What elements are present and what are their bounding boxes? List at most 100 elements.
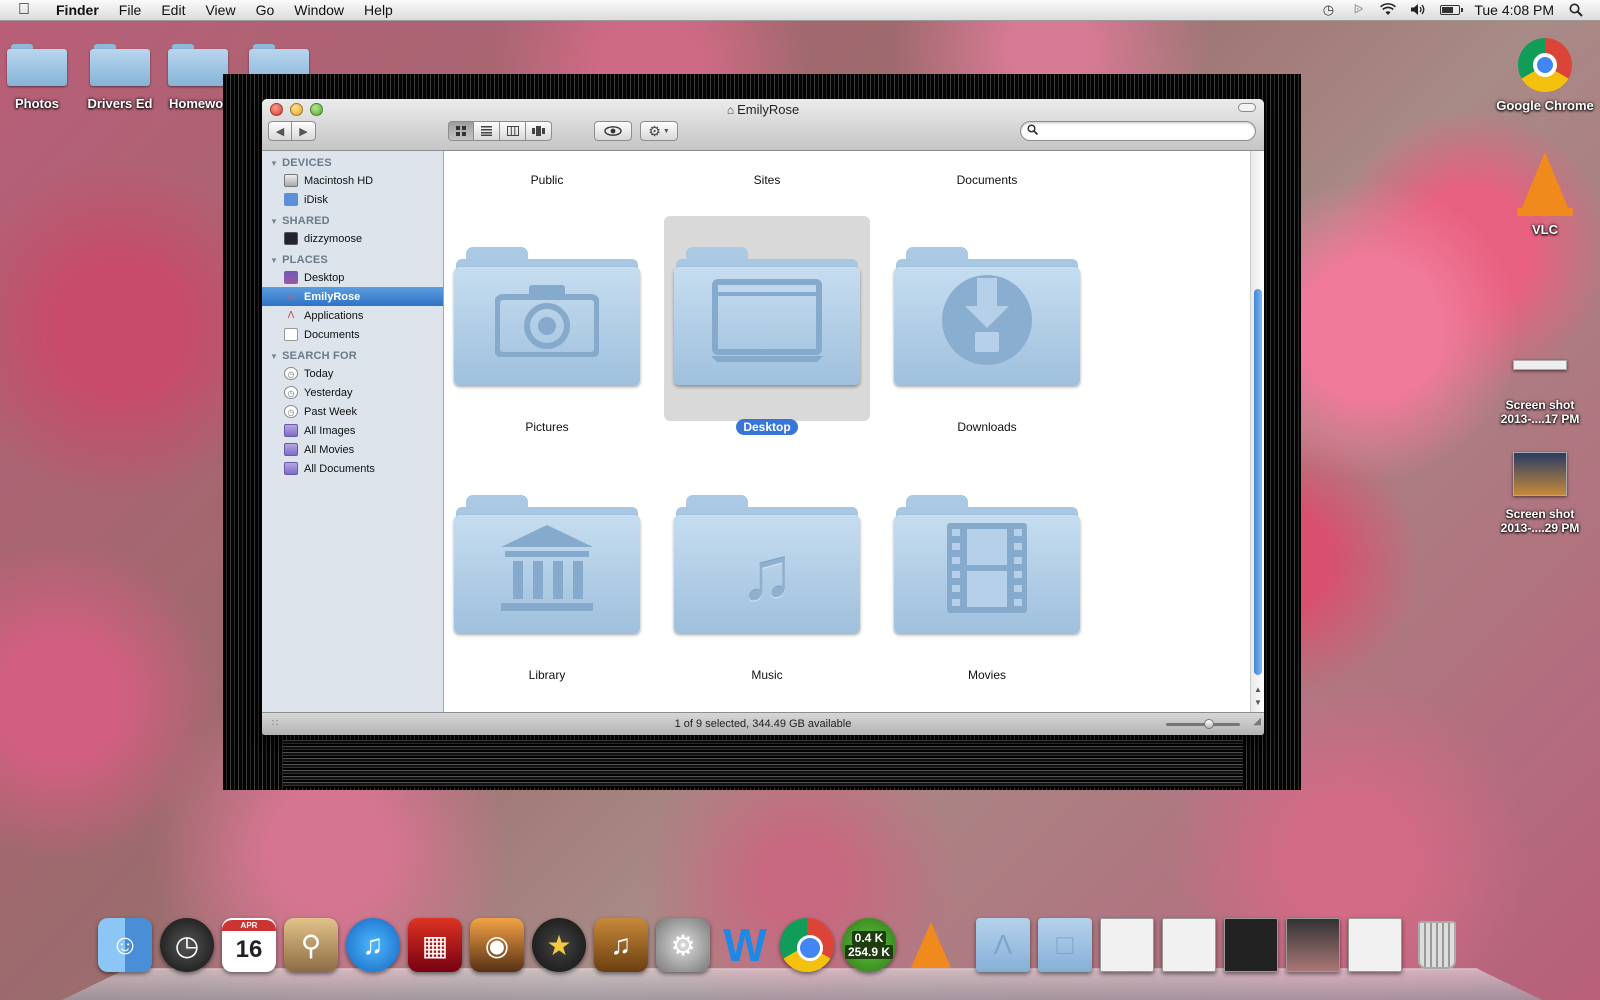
toolbar-toggle-button[interactable]	[1238, 103, 1256, 112]
menu-go[interactable]: Go	[246, 0, 285, 21]
sidebar-item-all-images[interactable]: All Images	[262, 421, 443, 440]
bluetooth-icon[interactable]: ᐉ	[1350, 3, 1366, 17]
folder-library[interactable]	[454, 495, 640, 635]
icon-size-slider[interactable]	[1166, 719, 1240, 729]
slider-knob[interactable]	[1204, 719, 1214, 729]
dock-preview-icon[interactable]: ⚲	[284, 918, 338, 972]
wifi-icon[interactable]	[1380, 3, 1397, 17]
desktop-file-screenshot-1[interactable]: Screen shot 2013-....17 PM	[1485, 360, 1595, 426]
desktop-folder-homework[interactable]: Homewor	[165, 44, 231, 111]
gear-icon: ⚙	[648, 122, 661, 139]
dock-minimized-window-3[interactable]	[1224, 918, 1278, 972]
spotlight-icon[interactable]	[1568, 3, 1584, 17]
window-title-text: EmilyRose	[737, 102, 800, 117]
dock-minimized-window-4[interactable]	[1286, 918, 1340, 972]
chrome-icon	[1518, 38, 1572, 92]
desktop-app-vlc[interactable]: VLC	[1500, 152, 1590, 237]
cover-flow-button[interactable]	[526, 121, 552, 141]
vertical-scrollbar[interactable]: ▲ ▼	[1250, 151, 1264, 712]
scrollbar-thumb[interactable]	[1254, 289, 1262, 675]
dock-chrome-icon[interactable]	[780, 918, 834, 972]
dock-dashboard-icon[interactable]: ◷	[160, 918, 214, 972]
folder-label-movies[interactable]: Movies	[892, 668, 1082, 682]
dock-iphoto-icon[interactable]: ◉	[470, 918, 524, 972]
menu-file[interactable]: File	[109, 0, 152, 21]
sidebar-section-shared[interactable]: ▼ SHARED	[262, 209, 443, 229]
icon-view[interactable]: Public Sites Documents Pictures Desktop …	[445, 151, 1250, 712]
dock-itunes-icon[interactable]: ♫	[346, 918, 400, 972]
dock-ical-icon[interactable]: APR 16	[222, 918, 276, 972]
desktop-app-google-chrome[interactable]: Google Chrome	[1490, 38, 1600, 113]
dock-applications-stack-icon[interactable]: Λ	[976, 918, 1030, 972]
scroll-down-arrow-icon[interactable]: ▼	[1251, 698, 1264, 707]
sidebar-item-today[interactable]: ◷ Today	[262, 364, 443, 383]
sidebar-item-yesterday[interactable]: ◷ Yesterday	[262, 383, 443, 402]
dock-minimized-window-1[interactable]	[1100, 918, 1154, 972]
sidebar-item-applications[interactable]: Λ Applications	[262, 306, 443, 325]
sidebar-item-all-movies[interactable]: All Movies	[262, 440, 443, 459]
dock-system-preferences-icon[interactable]: ⚙	[656, 918, 710, 972]
apple-menu-icon[interactable]: 	[18, 1, 36, 19]
column-view-button[interactable]	[500, 121, 526, 141]
dock-minimized-window-5[interactable]	[1348, 918, 1402, 972]
folder-desktop[interactable]	[674, 247, 860, 387]
back-button[interactable]: ◀	[268, 121, 292, 141]
folder-pictures[interactable]	[454, 247, 640, 387]
folder-label-music[interactable]: Music	[672, 668, 862, 682]
dock-vlc-icon[interactable]	[904, 918, 958, 972]
sidebar-item-past-week[interactable]: ◷ Past Week	[262, 402, 443, 421]
forward-button[interactable]: ▶	[292, 121, 316, 141]
battery-icon[interactable]	[1440, 5, 1464, 15]
sidebar-item-documents[interactable]: Documents	[262, 325, 443, 344]
folder-label-pictures[interactable]: Pictures	[452, 420, 642, 434]
dock-documents-stack-icon[interactable]: □	[1038, 918, 1092, 972]
dock-utorrent-icon[interactable]: 0.4 K 254.9 K	[842, 918, 896, 972]
folder-label-public[interactable]: Public	[452, 173, 642, 187]
screenshot-thumbnail	[1513, 452, 1567, 496]
folder-label-desktop[interactable]: Desktop	[672, 419, 862, 435]
dock-word-icon[interactable]: W	[718, 918, 772, 972]
dock-photo-booth-icon[interactable]: ▦	[408, 918, 462, 972]
desktop-folder-photos[interactable]: Photos	[6, 44, 68, 111]
dock-finder-icon[interactable]: ☺	[98, 918, 152, 972]
menu-view[interactable]: View	[195, 0, 245, 21]
folder-downloads[interactable]	[894, 247, 1080, 387]
sidebar-section-search-for[interactable]: ▼ SEARCH FOR	[262, 344, 443, 364]
menubar-clock[interactable]: Tue 4:08 PM	[1474, 2, 1554, 18]
sidebar-item-macintosh-hd[interactable]: Macintosh HD	[262, 171, 443, 190]
window-resize-handle-icon[interactable]: ◢	[1253, 711, 1261, 733]
sidebar-item-emilyrose[interactable]: ⌂ EmilyRose	[262, 287, 443, 306]
sidebar-resize-grip-icon[interactable]: ∷	[269, 718, 281, 730]
dock-garageband-icon[interactable]: ♫	[594, 918, 648, 972]
scroll-up-arrow-icon[interactable]: ▲	[1251, 685, 1264, 694]
quick-look-button[interactable]	[594, 121, 632, 141]
time-machine-icon[interactable]: ◷	[1320, 3, 1336, 17]
sidebar-item-desktop[interactable]: Desktop	[262, 268, 443, 287]
desktop-folder-drivers-ed[interactable]: Drivers Ed	[86, 44, 154, 111]
list-view-button[interactable]	[474, 121, 500, 141]
action-menu-button[interactable]: ⚙ ▼	[640, 121, 678, 141]
volume-icon[interactable]	[1410, 3, 1426, 17]
dock-minimized-window-2[interactable]	[1162, 918, 1216, 972]
menu-window[interactable]: Window	[284, 0, 354, 21]
sidebar-section-devices[interactable]: ▼ DEVICES	[262, 151, 443, 171]
desktop-file-screenshot-2[interactable]: Screen shot 2013-....29 PM	[1485, 452, 1595, 535]
menu-help[interactable]: Help	[354, 0, 403, 21]
sidebar-item-dizzymoose[interactable]: dizzymoose	[262, 229, 443, 248]
sidebar-item-all-documents[interactable]: All Documents	[262, 459, 443, 478]
window-titlebar[interactable]: ⌂ EmilyRose ◀ ▶ ⚙ ▼	[262, 99, 1264, 151]
dock-imovie-icon[interactable]: ★	[532, 918, 586, 972]
sidebar-item-idisk[interactable]: iDisk	[262, 190, 443, 209]
folder-music[interactable]: ♫	[674, 495, 860, 635]
icon-view-button[interactable]	[448, 121, 474, 141]
folder-label-library[interactable]: Library	[452, 668, 642, 682]
folder-label-documents[interactable]: Documents	[892, 173, 1082, 187]
menu-finder[interactable]: Finder	[46, 0, 109, 21]
dock-trash-icon[interactable]	[1410, 918, 1464, 972]
folder-movies[interactable]	[894, 495, 1080, 635]
menu-edit[interactable]: Edit	[151, 0, 195, 21]
search-field[interactable]	[1020, 121, 1256, 141]
folder-label-downloads[interactable]: Downloads	[892, 420, 1082, 434]
sidebar-section-places[interactable]: ▼ PLACES	[262, 248, 443, 268]
folder-label-sites[interactable]: Sites	[672, 173, 862, 187]
